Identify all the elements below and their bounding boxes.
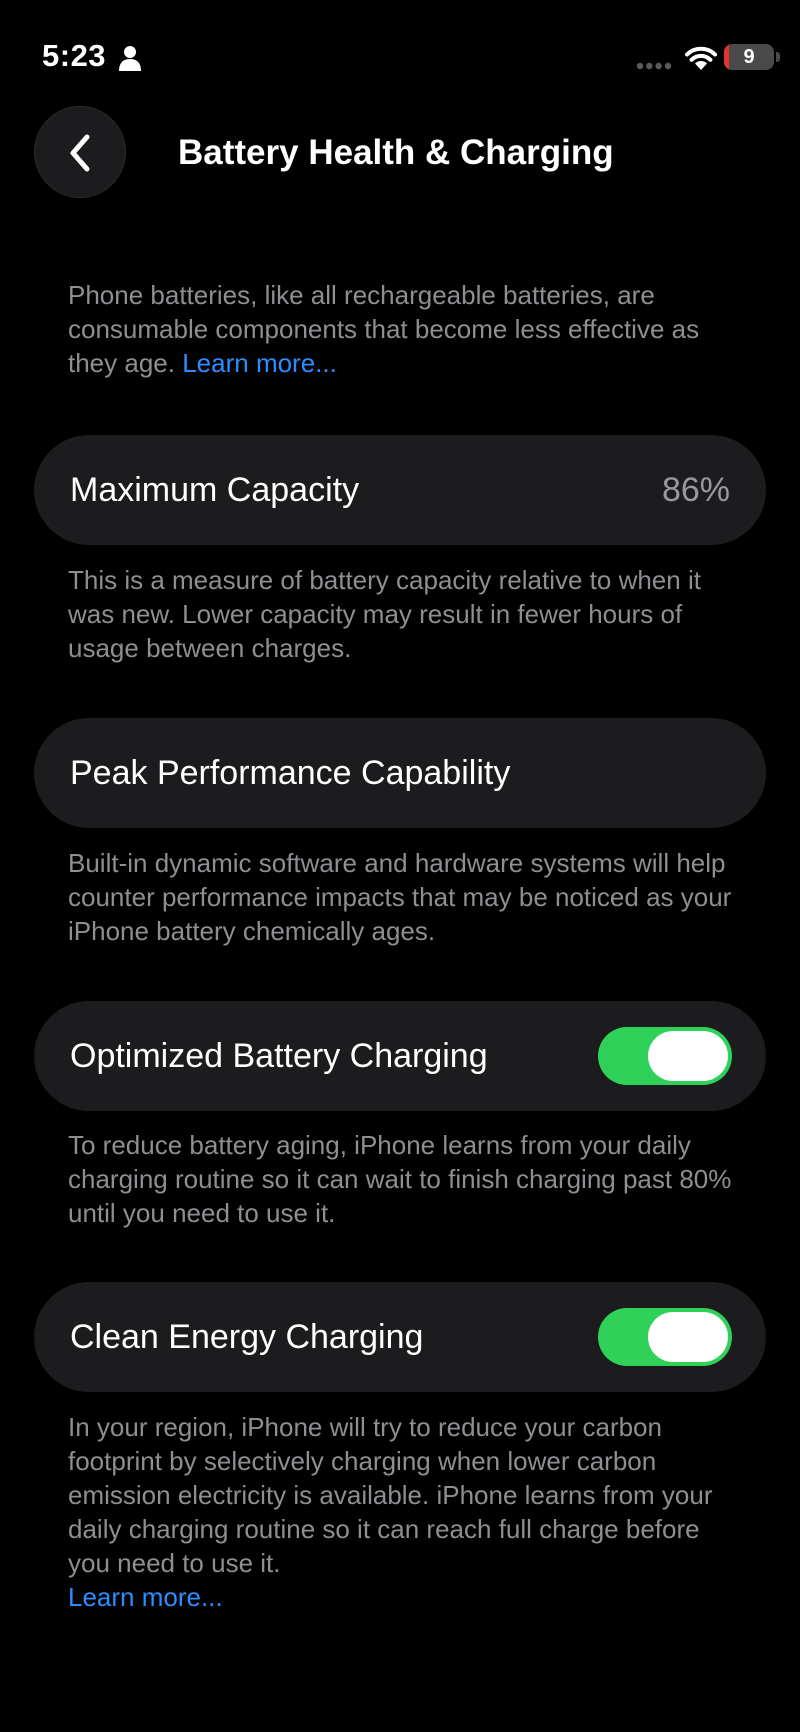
status-time: 5:23 (42, 38, 107, 73)
back-button[interactable] (34, 106, 126, 198)
battery-level: 9 (743, 46, 755, 68)
person-icon (119, 46, 141, 71)
optimized-charging-footnote: To reduce battery aging, iPhone learns f… (68, 1130, 732, 1228)
clean-energy-toggle[interactable] (598, 1308, 732, 1366)
clean-energy-label: Clean Energy Charging (70, 1318, 424, 1356)
maximum-capacity-label: Maximum Capacity (70, 471, 360, 509)
clean-energy-row: Clean Energy Charging (34, 1282, 766, 1392)
wifi-icon (685, 46, 717, 70)
status-bar: 5:23 9 (0, 0, 800, 110)
intro-text: Phone batteries, like all rechargeable b… (68, 278, 748, 380)
intro-description: Phone batteries, like all rechargeable b… (68, 280, 700, 378)
battery-icon: 9 (724, 44, 774, 70)
battery-nub (776, 52, 780, 62)
toggle-knob (648, 1031, 728, 1081)
clean-energy-learn-more-link[interactable]: Learn more... (68, 1582, 223, 1612)
maximum-capacity-row: Maximum Capacity 86% (34, 435, 766, 545)
clean-energy-description: In your region, iPhone will try to reduc… (68, 1412, 713, 1578)
chevron-left-icon (70, 134, 90, 172)
maximum-capacity-footnote: This is a measure of battery capacity re… (68, 565, 701, 663)
optimized-charging-row: Optimized Battery Charging (34, 1001, 766, 1111)
clean-energy-footnote: In your region, iPhone will try to reduc… (68, 1410, 748, 1614)
peak-performance-row: Peak Performance Capability (34, 718, 766, 828)
optimized-charging-label: Optimized Battery Charging (70, 1037, 488, 1075)
peak-performance-label: Peak Performance Capability (70, 754, 511, 792)
optimized-charging-toggle[interactable] (598, 1027, 732, 1085)
intro-learn-more-link[interactable]: Learn more... (182, 348, 337, 378)
page-title: Battery Health & Charging (178, 133, 614, 172)
cellular-dots-icon (636, 62, 672, 70)
toggle-knob (648, 1312, 728, 1362)
maximum-capacity-value: 86% (661, 471, 730, 509)
peak-performance-footnote: Built-in dynamic software and hardware s… (68, 848, 732, 946)
